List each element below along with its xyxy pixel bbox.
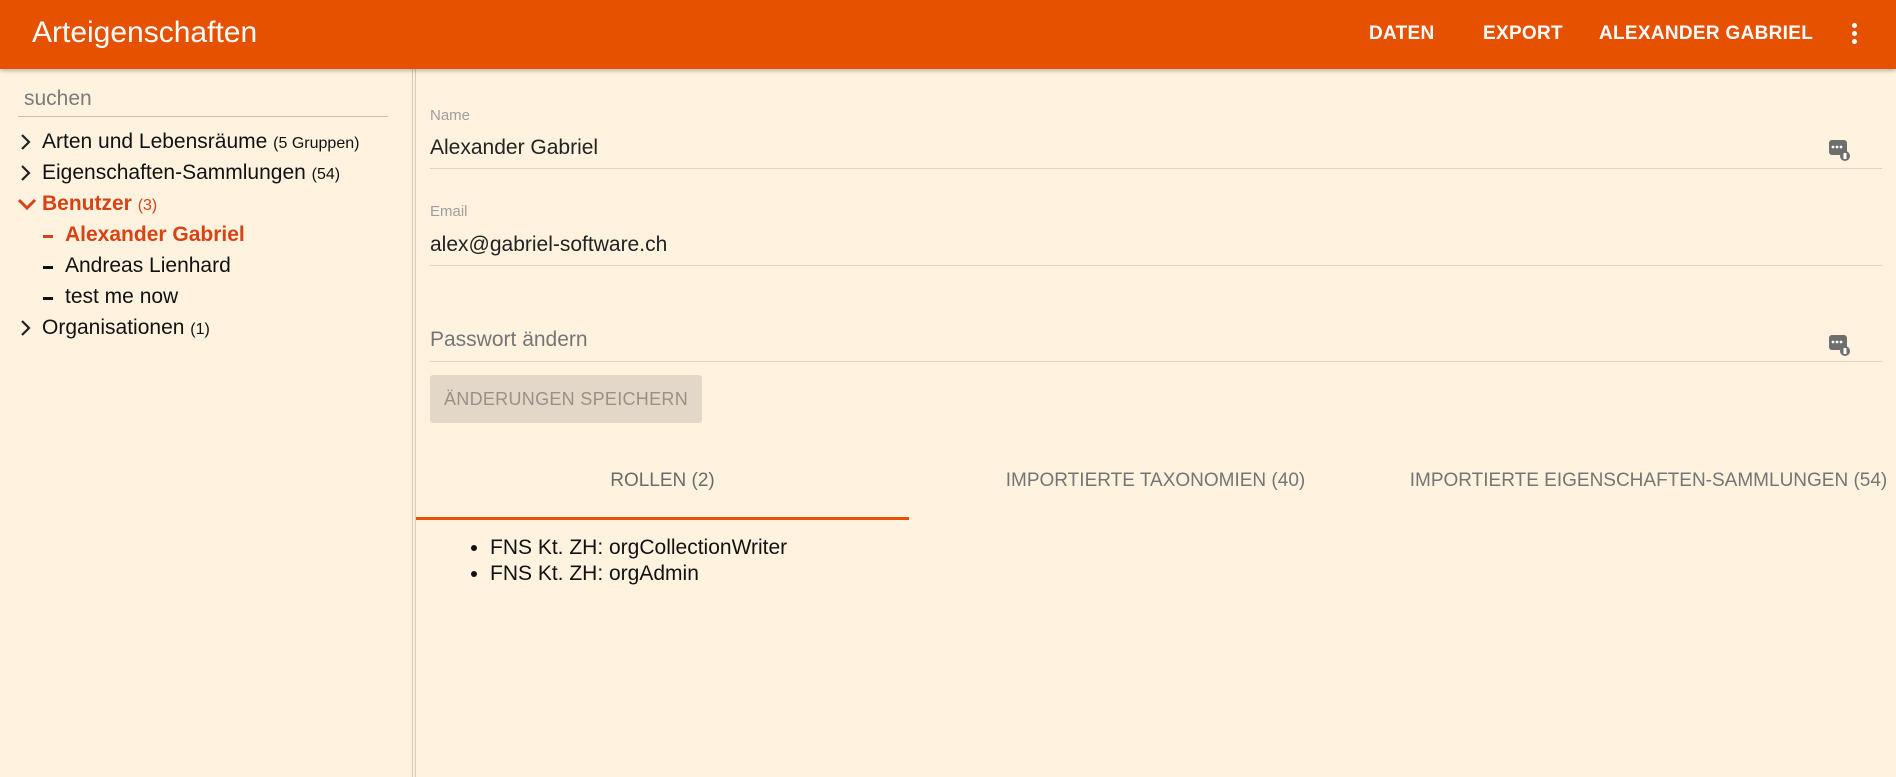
chevron-right-icon bbox=[21, 320, 31, 336]
sidebar-item-label: Benutzer bbox=[42, 192, 132, 215]
sidebar-item-user-alexander[interactable]: Alexander Gabriel bbox=[0, 221, 400, 251]
email-field[interactable] bbox=[430, 233, 1890, 257]
sidebar-item-label: Alexander Gabriel bbox=[65, 223, 245, 246]
sidebar-item-label: Eigenschaften-Sammlungen bbox=[42, 161, 306, 184]
tab-rollen[interactable]: ROLLEN (2) bbox=[416, 464, 909, 520]
dash-icon bbox=[43, 235, 53, 238]
main-content: Name Email ÄNDERUNGEN SPEICHERN ROLLEN (… bbox=[416, 69, 1896, 777]
sidebar: Arten und Lebensräume (5 Gruppen) Eigens… bbox=[0, 69, 412, 777]
sidebar-item-user-test[interactable]: test me now bbox=[0, 283, 400, 313]
sidebar-item-count: (3) bbox=[137, 197, 158, 214]
sidebar-item-count: (5 Gruppen) bbox=[273, 135, 360, 152]
chevron-right-icon bbox=[21, 134, 31, 150]
nav-daten-button[interactable]: DATEN bbox=[1369, 23, 1435, 45]
key-icon[interactable] bbox=[1828, 332, 1852, 356]
name-underline bbox=[430, 168, 1882, 169]
email-label: Email bbox=[430, 203, 468, 220]
nav-user-button[interactable]: ALEXANDER GABRIEL bbox=[1599, 23, 1813, 45]
sidebar-item-user-andreas[interactable]: Andreas Lienhard bbox=[0, 252, 400, 282]
more-vert-icon[interactable] bbox=[1844, 20, 1864, 50]
sidebar-item-label: Organisationen bbox=[42, 316, 185, 339]
sidebar-item-benutzer[interactable]: Benutzer (3) bbox=[0, 190, 400, 220]
tab-indicator bbox=[416, 517, 909, 520]
chevron-down-icon bbox=[17, 198, 37, 211]
app-bar: Arteigenschaften DATEN EXPORT ALEXANDER … bbox=[0, 0, 1896, 69]
sidebar-item-label: test me now bbox=[65, 285, 179, 308]
dash-icon bbox=[43, 266, 53, 269]
sidebar-item-organisationen[interactable]: Organisationen (1) bbox=[0, 314, 400, 344]
sidebar-item-count: (54) bbox=[311, 166, 341, 183]
sidebar-item-arten[interactable]: Arten und Lebensräume (5 Gruppen) bbox=[0, 128, 400, 158]
app-title[interactable]: Arteigenschaften bbox=[32, 16, 257, 50]
tab-importierte-eigenschaften-sammlungen[interactable]: IMPORTIERTE EIGENSCHAFTEN-SAMMLUNGEN (54… bbox=[1402, 464, 1895, 520]
tab-importierte-taxonomien[interactable]: IMPORTIERTE TAXONOMIEN (40) bbox=[909, 464, 1402, 520]
list-item: FNS Kt. ZH: orgCollectionWriter bbox=[490, 535, 787, 561]
sidebar-item-label: Arten und Lebensräume bbox=[42, 130, 268, 153]
roles-list: FNS Kt. ZH: orgCollectionWriter FNS Kt. … bbox=[470, 535, 787, 587]
name-field[interactable] bbox=[430, 136, 1890, 160]
chevron-right-icon bbox=[21, 165, 31, 181]
email-underline bbox=[430, 265, 1882, 266]
password-field[interactable] bbox=[430, 328, 1890, 352]
sidebar-item-label: Andreas Lienhard bbox=[65, 254, 231, 277]
dash-icon bbox=[43, 297, 53, 300]
sidebar-item-eigenschaften[interactable]: Eigenschaften-Sammlungen (54) bbox=[0, 159, 400, 189]
key-icon[interactable] bbox=[1828, 137, 1852, 161]
name-label: Name bbox=[430, 107, 471, 124]
sidebar-item-count: (1) bbox=[190, 321, 210, 338]
list-item: FNS Kt. ZH: orgAdmin bbox=[490, 561, 787, 587]
password-underline bbox=[430, 361, 1882, 362]
search-input[interactable] bbox=[18, 81, 388, 117]
save-button[interactable]: ÄNDERUNGEN SPEICHERN bbox=[430, 375, 702, 423]
nav-export-button[interactable]: EXPORT bbox=[1483, 23, 1563, 45]
